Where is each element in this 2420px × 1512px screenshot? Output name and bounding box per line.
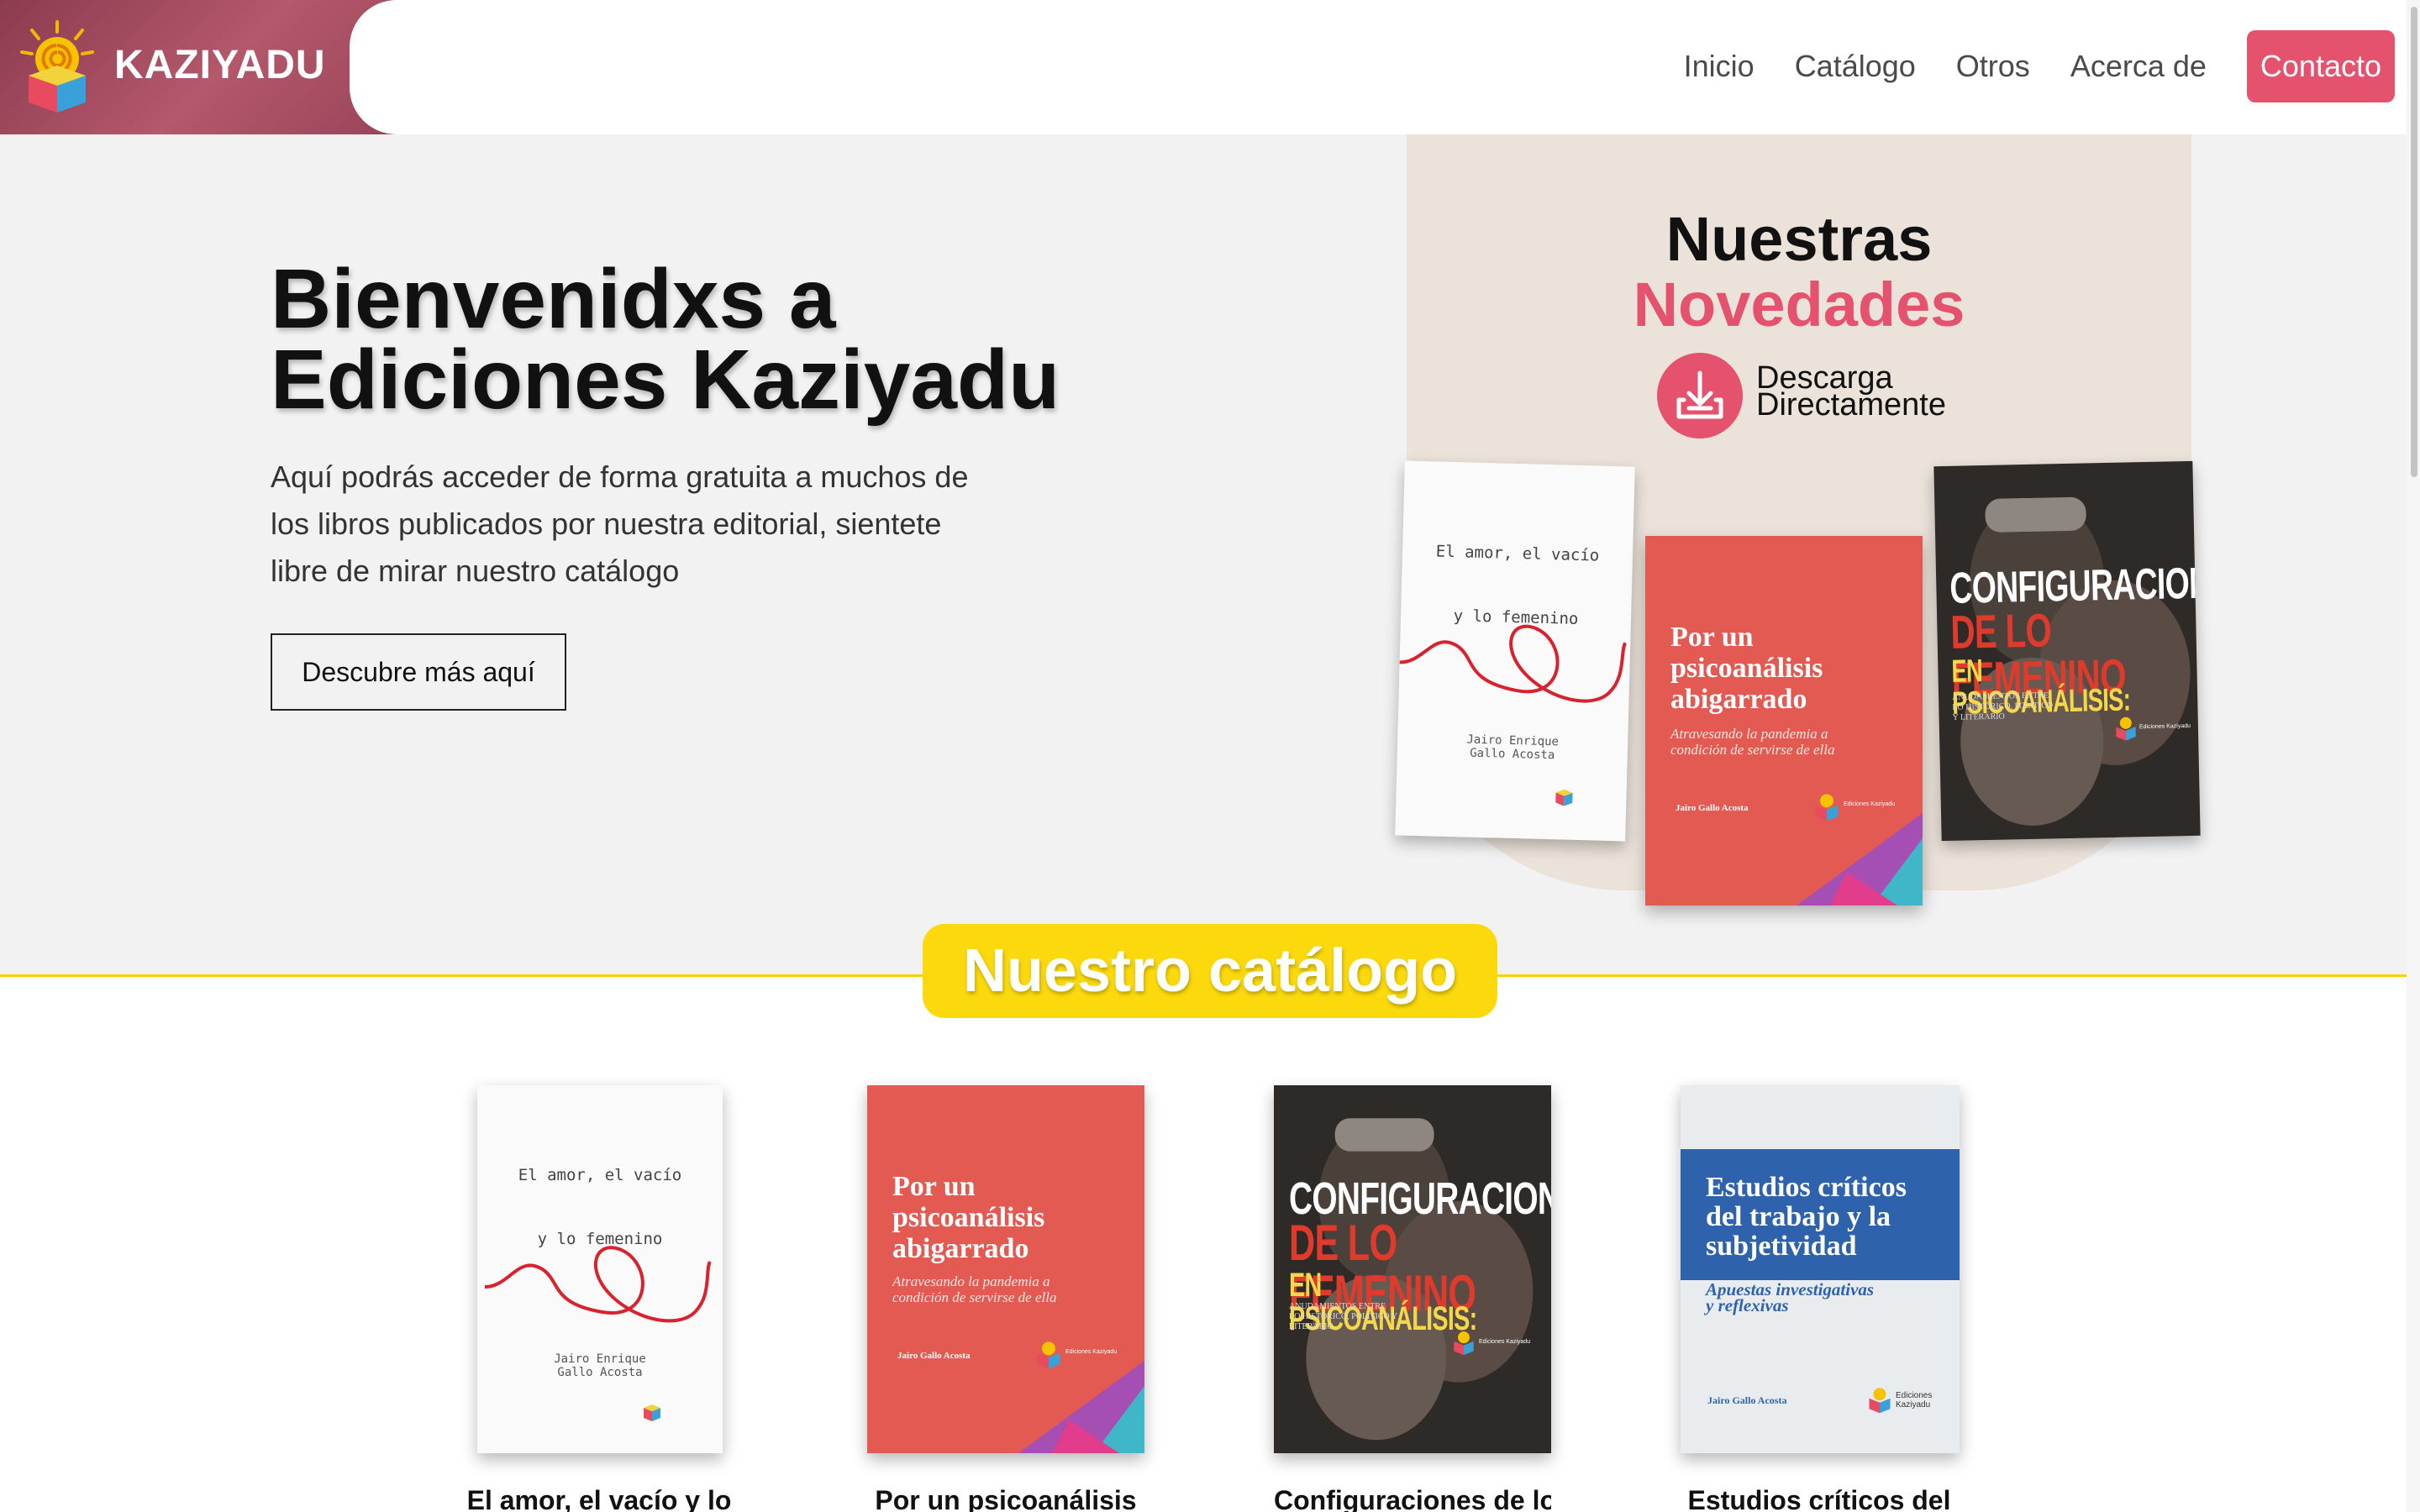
catalog-caption-estudios[interactable]: Estudios críticos del — [1681, 1485, 1958, 1512]
catalog-config-subtitle: ANUDAMIENTOS ENTRE LO HISTÓRICO, POLÍTIC… — [1289, 1302, 1397, 1331]
catalog-psico-title-line-2: psicoanálisis — [892, 1202, 1045, 1233]
novedades-title-line-2: Novedades — [1633, 270, 1965, 339]
catalog-psico-title-line-1: Por un — [892, 1171, 976, 1202]
hero-description: Aquí podrás acceder de forma gratuita a … — [271, 459, 969, 588]
featured-book-amor[interactable]: El amor, el vacío y lo femenino Jairo En… — [1395, 460, 1635, 842]
catalog-amor-title-line-1: El amor, el vacío — [518, 1166, 682, 1184]
red-heart-ribbon-icon — [484, 1246, 712, 1323]
nav-bar-panel: Inicio Catálogo Otros Acerca de Contacto — [350, 0, 2420, 134]
publisher-logo-icon — [1555, 789, 1573, 806]
download-directly-link[interactable]: Descarga Directamente — [1756, 362, 1946, 423]
featured-book-psicoanalisis[interactable]: Por un psicoanálisis abigarrado Atravesa… — [1645, 536, 1923, 906]
kaziyadu-logo-icon — [20, 20, 94, 113]
contact-button[interactable]: Contacto — [2246, 30, 2395, 102]
publisher-logo-icon — [2116, 717, 2136, 741]
catalog-book-amor[interactable]: El amor, el vacío y lo femenino Jairo En… — [477, 1085, 723, 1453]
catalog-estudios-title-line-3: subjetividad — [1706, 1231, 1857, 1262]
geometric-decoration — [1018, 1361, 1144, 1453]
geometric-decoration — [1797, 813, 1923, 906]
hero-title-line-2: Ediciones Kaziyadu — [271, 333, 1060, 427]
catalog-psico-title: Por un psicoanálisis abigarrado — [892, 1171, 1044, 1264]
catalog-psico-subtitle: Atravesando la pandemia a condición de s… — [892, 1273, 1056, 1305]
top-navbar: KAZIYADU Inicio Catálogo Otros Acerca de… — [0, 0, 2420, 134]
catalog-estudios-title-line-1: Estudios críticos — [1706, 1172, 1907, 1203]
nav-links: Inicio Catálogo Otros Acerca de Contacto — [1684, 30, 2395, 102]
page-scrollbar[interactable] — [2407, 0, 2420, 1512]
nav-item-catalogo[interactable]: Catálogo — [1795, 49, 1916, 84]
catalog-psico-subtitle-line-2: condición de servirse de ella — [892, 1289, 1057, 1305]
red-heart-ribbon-icon — [1399, 624, 1628, 703]
brand-area[interactable]: KAZIYADU — [0, 0, 395, 134]
catalog-estudios-publisher: Ediciones Kaziyadu — [1896, 1391, 1932, 1410]
catalog-estudios-title: Estudios críticos del trabajo y la subje… — [1706, 1173, 1907, 1261]
catalog-heading: Nuestro catálogo — [962, 937, 1458, 1005]
catalog-psico-title-line-3: abigarrado — [892, 1233, 1029, 1264]
download-text-line-2: Directamente — [1756, 387, 1946, 423]
catalog-caption-amor[interactable]: El amor, el vacío y lo — [460, 1485, 738, 1512]
catalog-psico-subtitle-line-1: Atravesando la pandemia a — [892, 1273, 1050, 1289]
book-psico-subtitle: Atravesando la pandemia a condición de s… — [1670, 726, 1834, 758]
catalog-caption-psicoanalisis[interactable]: Por un psicoanálisis — [867, 1485, 1144, 1512]
catalog-book-configuraciones[interactable]: CONFIGURACIONES DE LO FEMENINO EN PSICOA… — [1274, 1085, 1551, 1453]
catalog-estudios-author: Jairo Gallo Acosta — [1707, 1394, 1787, 1406]
catalog-heading-pill: Nuestro catálogo — [923, 924, 1497, 1018]
discover-more-button[interactable]: Descubre más aquí — [271, 633, 566, 711]
hero-title-line-1: Bienvenidxs a — [271, 252, 836, 346]
catalog-config-publisher: Ediciones Kaziyadu — [1479, 1339, 1531, 1345]
hero-title: Bienvenidxs a Ediciones Kaziyadu — [271, 252, 1060, 427]
publisher-logo-icon — [644, 1404, 660, 1421]
book-config-title-line-1: CONFIGURACIONES — [1949, 558, 2201, 613]
catalog-amor-author-line-2: Gallo Acosta — [557, 1366, 643, 1379]
book-psico-subtitle-line-2: condición de servirse de ella — [1670, 742, 1835, 758]
book-config-publisher: Ediciones Kaziyadu — [2139, 722, 2191, 731]
catalog-estudios-publisher-line-1: Ediciones — [1896, 1391, 1933, 1400]
catalog-estudios-subtitle-line-2: y reflexivas — [1706, 1295, 1789, 1315]
brand-name: KAZIYADU — [114, 43, 326, 87]
featured-book-configuraciones[interactable]: CONFIGURACIONES DE LO FEMENINO EN PSICOA… — [1933, 460, 2201, 842]
catalog-estudios-title-line-2: del trabajo y la — [1706, 1201, 1891, 1232]
book-amor-title-line-1: El amor, el vacío — [1435, 542, 1600, 565]
book-psico-subtitle-line-1: Atravesando la pandemia a — [1670, 726, 1828, 742]
book-psico-title: Por un psicoanálisis abigarrado — [1670, 622, 1823, 715]
publisher-logo-icon — [1869, 1388, 1891, 1414]
catalog-estudios-publisher-line-2: Kaziyadu — [1896, 1400, 1931, 1410]
book-psico-title-line-2: psicoanálisis — [1670, 653, 1823, 684]
nav-item-inicio[interactable]: Inicio — [1684, 49, 1754, 84]
publisher-logo-icon — [1454, 1331, 1474, 1356]
book-psico-title-line-1: Por un — [1670, 622, 1754, 653]
nav-item-otros[interactable]: Otros — [1956, 49, 2030, 84]
book-psico-title-line-3: abigarrado — [1670, 684, 1807, 715]
catalog-book-estudios[interactable]: Estudios críticos del trabajo y la subje… — [1681, 1085, 1960, 1453]
download-icon[interactable] — [1657, 353, 1743, 438]
catalog-caption-configuraciones[interactable]: Configuraciones de lo — [1274, 1485, 1551, 1512]
scrollbar-thumb[interactable] — [2411, 7, 2417, 477]
nav-item-acerca-de[interactable]: Acerca de — [2070, 49, 2207, 84]
book-config-subtitle: ANUDAMIENTOS ENTRE LO HISTÓRICO, POLÍTIC… — [1952, 690, 2054, 722]
novedades-title-line-1: Nuestras — [1665, 204, 1933, 274]
catalog-book-psicoanalisis[interactable]: Por un psicoanálisis abigarrado Atravesa… — [867, 1085, 1144, 1453]
catalog-amor-author-line-1: Jairo Enrique — [554, 1352, 646, 1366]
catalog-estudios-subtitle: Apuestas investigativas y reflexivas — [1706, 1281, 1874, 1315]
